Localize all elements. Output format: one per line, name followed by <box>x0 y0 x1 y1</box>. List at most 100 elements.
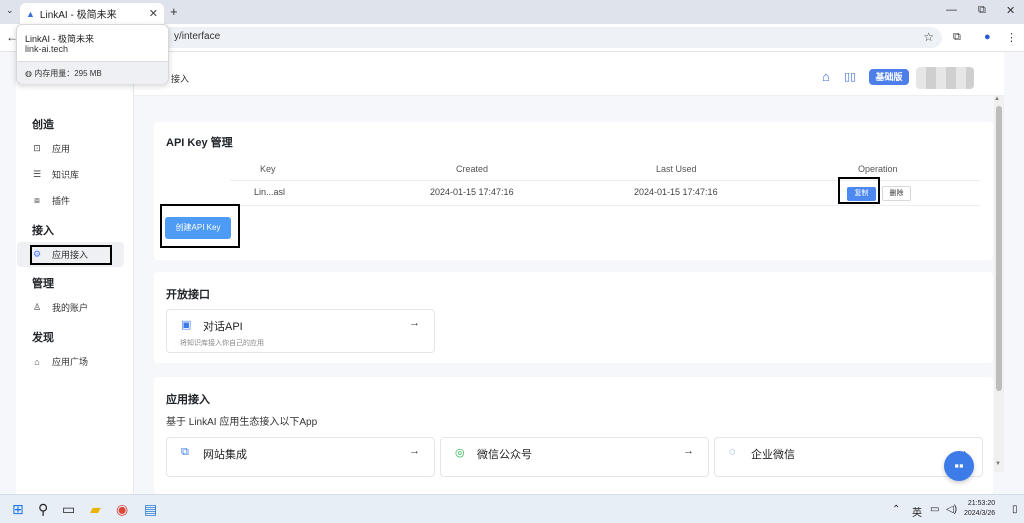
plan-badge[interactable]: 基础版 <box>869 69 909 85</box>
wecom-card[interactable]: ◌ 企业微信 → <box>714 437 983 477</box>
hover-card-memory: ◍ 内存用量：295 MB <box>17 61 168 84</box>
page-scrollbar[interactable] <box>994 96 1004 472</box>
sidebar-item-knowledge[interactable]: ☰ 知识库 <box>17 162 124 187</box>
col-header-created: Created <box>456 164 489 174</box>
clock-time: 21:53:20 <box>967 500 996 507</box>
chat-support-button[interactable]: ▪▪ <box>944 451 974 481</box>
chat-api-name: 对话API <box>203 321 243 333</box>
section-access: 接入 <box>32 225 54 237</box>
sidebar: LinkAI 创造 ⊡ 应用 ☰ 知识库 ⧈ 插件 接入 ⚙ 应用接入 管理 ♙… <box>16 52 134 494</box>
col-header-operation: Operation <box>858 164 898 174</box>
browser-tab[interactable]: ▲ LinkAI - 极简未来 ✕ <box>20 3 164 24</box>
ime-indicator[interactable]: 英 <box>912 504 922 519</box>
volume-icon[interactable]: ◁) <box>946 504 957 515</box>
highlight-box-copy <box>838 177 880 204</box>
windows-start-icon[interactable]: ⊞ <box>12 501 24 518</box>
home-icon[interactable]: ⌂ <box>822 69 830 84</box>
chrome-icon[interactable]: ◉ <box>116 501 128 518</box>
apikey-title: API Key 管理 <box>166 137 233 149</box>
sidebar-item-account[interactable]: ♙ 我的账户 <box>17 295 124 320</box>
website-icon: ⧉ <box>181 446 189 458</box>
tray-chevron-icon[interactable]: ⌃ <box>892 504 900 515</box>
tab-title: LinkAI - 极简未来 <box>39 10 117 21</box>
scrollbar-thumb[interactable] <box>996 106 1002 391</box>
wecom-name: 企业微信 <box>751 449 795 461</box>
memory-usage: 内存用量：295 MB <box>34 69 102 78</box>
wechat-mp-name: 微信公众号 <box>477 449 532 461</box>
app-access-card: 应用接入 基于 LinkAI 应用生态接入以下App ⧉ 网站集成 → ◎ 微信… <box>154 377 993 494</box>
sidebar-item-label: 插件 <box>52 196 71 206</box>
sidebar-item-marketplace[interactable]: ⌂ 应用广场 <box>17 349 124 374</box>
file-explorer-icon[interactable]: ▰ <box>90 501 101 518</box>
address-bar[interactable]: y/interface ☆ <box>160 27 942 48</box>
tab-hover-card: LinkAI - 极简未来 link-ai.tech ◍ 内存用量：295 MB <box>16 24 169 84</box>
sidebar-item-label: 知识库 <box>52 170 80 180</box>
key-cell: Lin...asl <box>254 187 286 197</box>
wechat-icon: ◎ <box>455 447 465 459</box>
website-integration-card[interactable]: ⧉ 网站集成 → <box>166 437 435 477</box>
clock-date: 2024/3/26 <box>964 510 996 517</box>
robot-icon: ⊡ <box>33 143 41 153</box>
close-window-icon[interactable]: ✕ <box>1006 4 1015 17</box>
arrow-right-icon: → <box>409 317 420 329</box>
chat-api-icon: ▣ <box>181 319 192 331</box>
scroll-down-icon[interactable]: ▼ <box>995 461 1001 467</box>
bookmark-star-icon[interactable]: ☆ <box>923 30 934 44</box>
plugin-icon: ⧈ <box>34 195 40 205</box>
arrow-right-icon: → <box>683 445 694 457</box>
last-used-cell: 2024-01-15 17:47:16 <box>634 187 718 197</box>
close-tab-icon[interactable]: ✕ <box>149 7 158 20</box>
browser-tabstrip: ⌄ ▲ LinkAI - 极简未来 ✕ + — ⧉ ✕ <box>0 0 1024 24</box>
sidebar-item-plugins[interactable]: ⧈ 插件 <box>17 188 124 213</box>
breadcrumb: 接入 <box>171 74 190 84</box>
favicon-icon: ▲ <box>26 8 35 19</box>
tab-search-icon[interactable]: ⌄ <box>6 5 14 16</box>
section-create: 创造 <box>32 119 54 131</box>
sidebar-item-label: 应用广场 <box>52 357 89 367</box>
sidebar-item-label: 我的账户 <box>52 303 89 313</box>
docs-book-icon[interactable]: ▯▯ <box>844 70 856 83</box>
minimize-icon[interactable]: — <box>946 4 957 16</box>
memory-icon: ◍ <box>25 69 35 78</box>
wechat-mp-card[interactable]: ◎ 微信公众号 → <box>440 437 709 477</box>
section-discover: 发现 <box>32 332 54 344</box>
notification-icon[interactable]: ▯ <box>1012 504 1018 515</box>
user-icon: ♙ <box>32 302 42 312</box>
notepad-icon[interactable]: ▤ <box>144 501 157 518</box>
delete-key-button[interactable]: 删除 <box>882 186 911 201</box>
highlight-box-app-access <box>30 245 112 265</box>
website-name: 网站集成 <box>203 449 247 461</box>
search-icon[interactable]: ⚲ <box>38 501 48 518</box>
avatar[interactable] <box>916 67 974 89</box>
hover-card-domain: link-ai.tech <box>25 44 69 54</box>
restore-icon[interactable]: ⧉ <box>978 4 986 17</box>
chat-api-card[interactable]: ▣ 对话API → 将知识库接入你自己的应用 <box>166 309 435 353</box>
table-divider <box>230 205 980 206</box>
store-icon: ⌂ <box>34 356 40 367</box>
clock[interactable]: 21:53:20 2024/3/26 <box>964 499 995 519</box>
section-manage: 管理 <box>32 278 54 290</box>
profile-icon[interactable]: ● <box>984 31 991 43</box>
highlight-box-create <box>160 204 240 248</box>
created-cell: 2024-01-15 17:47:16 <box>430 187 514 197</box>
arrow-right-icon: → <box>409 445 420 457</box>
new-tab-icon[interactable]: + <box>170 4 178 19</box>
menu-icon[interactable]: ⋮ <box>1006 31 1017 44</box>
sidebar-item-apps[interactable]: ⊡ 应用 <box>17 136 124 161</box>
open-api-card: 开放接口 ▣ 对话API → 将知识库接入你自己的应用 <box>154 272 993 363</box>
extensions-icon[interactable]: ⧉ <box>953 31 961 44</box>
page-header: 接入 ⌂ ▯▯ 基础版 <box>134 52 1004 96</box>
app-access-subtitle: 基于 LinkAI 应用生态接入以下App <box>166 417 318 428</box>
col-header-last-used: Last Used <box>656 164 697 174</box>
scroll-up-icon[interactable]: ▲ <box>994 96 1000 102</box>
battery-icon[interactable]: ▭ <box>930 504 939 515</box>
col-header-key: Key <box>260 164 276 174</box>
database-icon: ☰ <box>32 169 42 179</box>
wecom-icon: ◌ <box>729 446 736 458</box>
url-text: y/interface <box>174 31 221 42</box>
os-taskbar: ⊞ ⚲ ▭ ▰ ◉ ▤ ⌃ 英 ▭ ◁) 21:53:20 2024/3/26 … <box>0 494 1024 523</box>
sidebar-item-label: 应用 <box>52 144 71 154</box>
task-view-icon[interactable]: ▭ <box>62 501 75 518</box>
open-api-title: 开放接口 <box>166 289 210 301</box>
chat-bubble-icon: ▪▪ <box>954 458 964 473</box>
